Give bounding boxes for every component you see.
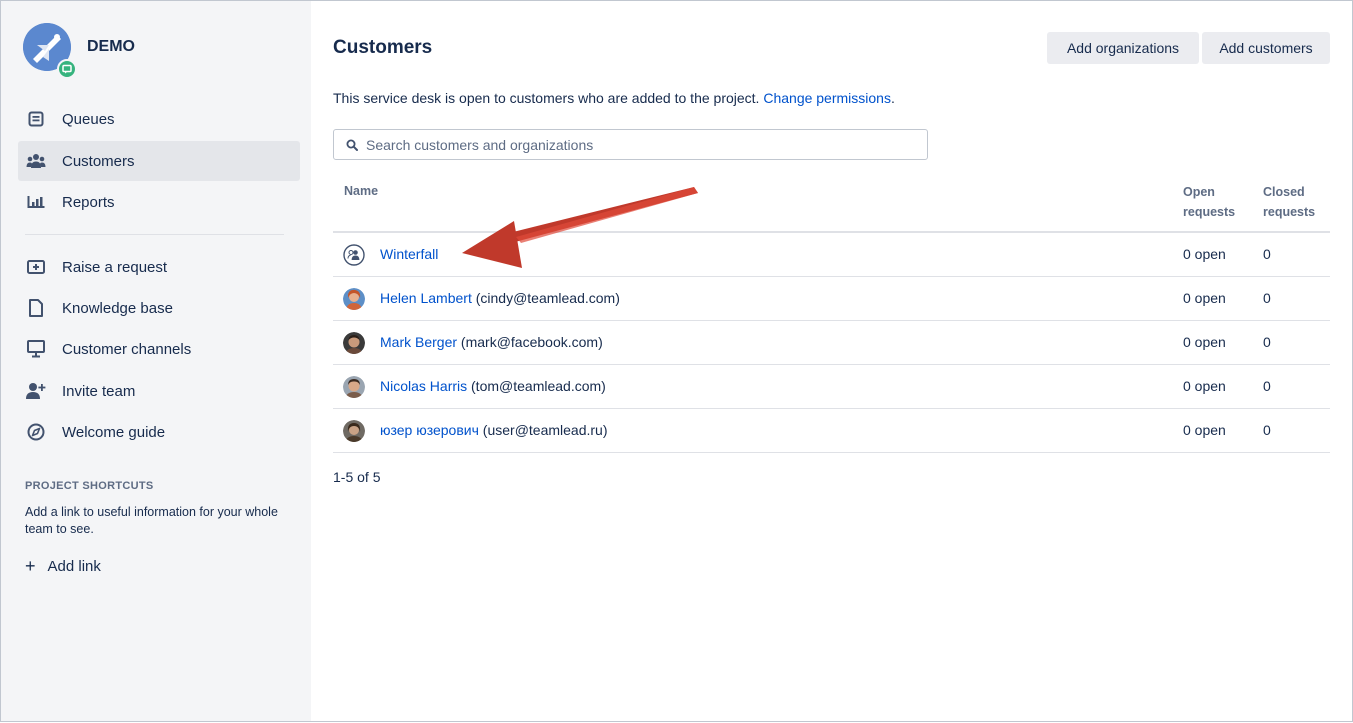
table-row: Mark Berger (mark@facebook.com) 0 open 0 <box>333 321 1330 365</box>
sidebar-item-label: Reports <box>62 193 115 211</box>
customer-name-cell: Nicolas Harris (tom@teamlead.com) <box>380 378 606 394</box>
closed-requests-cell: 0 <box>1263 246 1271 262</box>
sidebar-divider <box>25 234 284 235</box>
sidebar-item-label: Knowledge base <box>62 299 173 317</box>
sidebar-item-customer-channels[interactable]: Customer channels <box>18 329 300 369</box>
invite-team-icon <box>26 381 46 401</box>
customers-icon <box>26 151 46 171</box>
avatar <box>343 288 365 310</box>
sidebar-item-label: Welcome guide <box>62 423 166 441</box>
column-header-closed-requests[interactable]: Closed requests <box>1263 182 1315 222</box>
avatar <box>343 376 365 398</box>
compass-icon <box>26 422 46 442</box>
customer-link[interactable]: юзер юзерович <box>380 422 479 438</box>
queues-icon <box>26 109 46 129</box>
plus-icon: + <box>25 556 36 576</box>
search-icon <box>346 139 358 151</box>
sidebar-item-raise-request[interactable]: Raise a request <box>18 247 300 287</box>
closed-requests-cell: 0 <box>1263 378 1271 394</box>
sidebar-item-reports[interactable]: Reports <box>18 182 300 222</box>
closed-requests-cell: 0 <box>1263 422 1271 438</box>
sidebar-item-welcome-guide[interactable]: Welcome guide <box>18 412 300 452</box>
raise-request-icon <box>26 257 46 277</box>
open-requests-cell: 0 open <box>1183 422 1226 438</box>
access-info-text: This service desk is open to customers w… <box>333 90 895 106</box>
column-header-open-line2: requests <box>1183 205 1236 219</box>
organization-link[interactable]: Winterfall <box>380 246 438 262</box>
customer-link[interactable]: Nicolas Harris <box>380 378 467 394</box>
table-row: Helen Lambert (cindy@teamlead.com) 0 ope… <box>333 277 1330 321</box>
avatar <box>343 420 365 442</box>
table-row: Winterfall 0 open 0 <box>333 233 1330 277</box>
search-box[interactable] <box>333 129 928 160</box>
customer-name-cell: юзер юзерович (user@teamlead.ru) <box>380 422 608 438</box>
closed-requests-cell: 0 <box>1263 290 1271 306</box>
sidebar-item-label: Raise a request <box>62 258 168 276</box>
project-shortcuts-description: Add a link to useful information for you… <box>25 505 278 536</box>
customer-email: (mark@facebook.com) <box>457 334 603 350</box>
column-header-open-line1: Open <box>1183 185 1215 199</box>
customer-name-cell: Winterfall <box>380 246 438 262</box>
app-window: DEMO Queues Customers Reports Raise a re… <box>0 0 1353 722</box>
service-desk-badge-icon <box>57 59 77 79</box>
sidebar-item-label: Customer channels <box>62 340 192 358</box>
search-input[interactable] <box>366 136 906 153</box>
add-link-button[interactable]: + Add link <box>25 557 101 575</box>
customer-email: (cindy@teamlead.com) <box>471 290 620 306</box>
access-info-message: This service desk is open to customers w… <box>333 90 760 106</box>
table-row: юзер юзерович (user@teamlead.ru) 0 open … <box>333 409 1330 453</box>
project-name: DEMO <box>87 38 135 55</box>
open-requests-cell: 0 open <box>1183 334 1226 350</box>
customer-name-cell: Mark Berger (mark@facebook.com) <box>380 334 603 350</box>
add-customers-button[interactable]: Add customers <box>1202 32 1330 64</box>
sidebar-item-label: Customers <box>62 152 135 170</box>
page-title: Customers <box>333 37 433 58</box>
add-organizations-button[interactable]: Add organizations <box>1047 32 1199 64</box>
monitor-icon <box>26 339 46 359</box>
sidebar-item-knowledge-base[interactable]: Knowledge base <box>18 288 300 328</box>
sidebar-item-label: Queues <box>62 110 115 128</box>
project-shortcuts-heading: PROJECT SHORTCUTS <box>25 480 154 492</box>
sidebar-item-customers[interactable]: Customers <box>18 141 300 181</box>
column-header-closed-line2: requests <box>1263 205 1316 219</box>
reports-icon <box>26 192 46 212</box>
table-row: Nicolas Harris (tom@teamlead.com) 0 open… <box>333 365 1330 409</box>
column-header-open-requests[interactable]: Open requests <box>1183 182 1235 222</box>
open-requests-cell: 0 open <box>1183 246 1226 262</box>
pagination-summary: 1-5 of 5 <box>333 469 381 485</box>
customer-link[interactable]: Helen Lambert <box>380 290 472 306</box>
change-permissions-link[interactable]: Change permissions <box>763 90 891 106</box>
closed-requests-cell: 0 <box>1263 334 1271 350</box>
customer-link[interactable]: Mark Berger <box>380 334 457 350</box>
access-info-period: . <box>890 90 895 106</box>
customer-email: (user@teamlead.ru) <box>478 422 608 438</box>
customer-name-cell: Helen Lambert (cindy@teamlead.com) <box>380 290 620 306</box>
add-link-label: Add link <box>47 557 101 575</box>
open-requests-cell: 0 open <box>1183 290 1226 306</box>
column-header-closed-line1: Closed <box>1263 185 1305 199</box>
customer-email: (tom@teamlead.com) <box>467 378 606 394</box>
column-header-name[interactable]: Name <box>344 181 378 201</box>
sidebar-item-invite-team[interactable]: Invite team <box>18 371 300 411</box>
sidebar-item-queues[interactable]: Queues <box>18 99 300 139</box>
sidebar-item-label: Invite team <box>62 382 136 400</box>
organization-icon <box>343 244 365 266</box>
document-icon <box>26 298 46 318</box>
open-requests-cell: 0 open <box>1183 378 1226 394</box>
avatar <box>343 332 365 354</box>
sidebar: DEMO Queues Customers Reports Raise a re… <box>1 1 311 721</box>
